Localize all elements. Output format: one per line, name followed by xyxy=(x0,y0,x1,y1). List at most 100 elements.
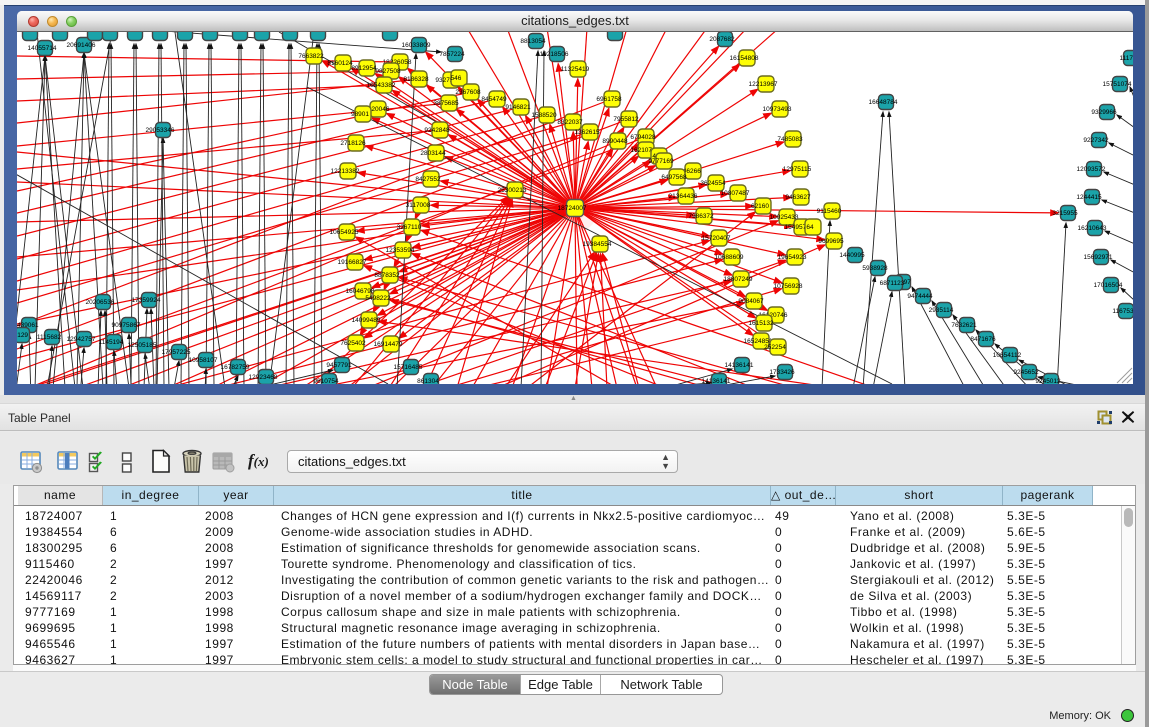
svg-text:8990448: 8990448 xyxy=(602,138,628,145)
svg-text:15751074: 15751074 xyxy=(1103,81,1132,88)
svg-text:12213967: 12213967 xyxy=(749,81,778,88)
svg-text:19166827: 19166827 xyxy=(338,259,367,266)
svg-text:3267110: 3267110 xyxy=(397,224,422,231)
svg-text:1733426: 1733426 xyxy=(769,369,795,376)
svg-text:9329966: 9329966 xyxy=(1091,109,1117,116)
svg-text:3117008: 3117008 xyxy=(406,202,431,209)
svg-text:15716485: 15716485 xyxy=(394,364,423,371)
svg-text:16210643: 16210643 xyxy=(1078,225,1107,232)
svg-text:8912954: 8912954 xyxy=(351,65,377,72)
svg-text:14136141: 14136141 xyxy=(725,362,754,369)
svg-text:10973493: 10973493 xyxy=(763,106,792,113)
svg-text:16154808: 16154808 xyxy=(730,55,759,62)
svg-text:10958107: 10958107 xyxy=(189,357,218,364)
svg-text:12093572: 12093572 xyxy=(1077,166,1106,173)
svg-text:9227342: 9227342 xyxy=(1083,137,1109,144)
svg-text:14099489: 14099489 xyxy=(352,317,381,324)
svg-text:252254: 252254 xyxy=(764,344,786,351)
svg-text:10807487: 10807487 xyxy=(721,190,750,197)
svg-text:1440995: 1440995 xyxy=(839,252,865,259)
svg-text:18724007: 18724007 xyxy=(558,205,587,212)
svg-text:5938928: 5938928 xyxy=(862,265,888,272)
svg-text:10688609: 10688609 xyxy=(715,254,744,261)
svg-text:9245652: 9245652 xyxy=(1013,369,1039,376)
svg-text:9242848: 9242848 xyxy=(424,127,450,134)
svg-text:9827508: 9827508 xyxy=(375,68,401,75)
svg-text:546: 546 xyxy=(451,75,462,82)
svg-text:7663822: 7663822 xyxy=(298,53,324,60)
svg-text:3215955: 3215955 xyxy=(1052,210,1078,217)
svg-text:9699695: 9699695 xyxy=(818,238,844,245)
svg-text:17359924: 17359924 xyxy=(132,297,161,304)
svg-text:8878352: 8878352 xyxy=(374,272,400,279)
svg-text:7955812: 7955812 xyxy=(613,116,639,123)
svg-text:1588520: 1588520 xyxy=(531,112,557,119)
svg-text:2718126: 2718126 xyxy=(340,140,366,147)
svg-text:8471676: 8471676 xyxy=(970,336,996,343)
svg-text:10654925: 10654925 xyxy=(330,229,359,236)
svg-text:5498222: 5498222 xyxy=(365,295,391,302)
svg-text:6961758: 6961758 xyxy=(596,96,622,103)
svg-text:2935114: 2935114 xyxy=(929,307,954,314)
svg-text:15692971: 15692971 xyxy=(1084,254,1113,261)
svg-text:17016504: 17016504 xyxy=(1094,282,1123,289)
svg-text:7632621: 7632621 xyxy=(951,322,977,329)
svg-text:9146821: 9146821 xyxy=(505,104,531,111)
svg-text:7485083: 7485083 xyxy=(777,136,803,143)
svg-text:90975867: 90975867 xyxy=(112,322,141,329)
svg-text:14055714: 14055714 xyxy=(28,45,57,52)
svg-text:9115460: 9115460 xyxy=(817,208,842,215)
svg-text:1615132: 1615132 xyxy=(748,320,774,327)
svg-text:20206536: 20206536 xyxy=(86,299,115,306)
svg-text:64: 64 xyxy=(806,224,814,231)
svg-text:3624554: 3624554 xyxy=(700,180,726,187)
svg-text:12505185: 12505185 xyxy=(128,342,157,349)
svg-text:861304: 861304 xyxy=(417,378,439,384)
svg-text:8454749: 8454749 xyxy=(481,96,507,103)
svg-text:16782759: 16782759 xyxy=(221,364,250,371)
svg-text:10756928: 10756928 xyxy=(774,283,803,290)
svg-text:12923468: 12923468 xyxy=(249,374,278,381)
svg-text:12353594: 12353594 xyxy=(386,247,415,254)
svg-text:1145194: 1145194 xyxy=(99,339,124,346)
svg-text:9463627: 9463627 xyxy=(785,194,811,201)
svg-text:6497568: 6497568 xyxy=(661,174,687,181)
svg-text:11325419: 11325419 xyxy=(561,66,590,73)
svg-text:7986372: 7986372 xyxy=(688,213,714,220)
svg-text:16914479: 16914479 xyxy=(374,341,403,348)
svg-text:8813054: 8813054 xyxy=(520,38,546,45)
svg-text:16046798: 16046798 xyxy=(346,288,375,295)
svg-text:19218506: 19218506 xyxy=(540,51,569,58)
svg-text:8160124: 8160124 xyxy=(327,60,353,67)
svg-text:9245012: 9245012 xyxy=(1035,378,1061,384)
svg-text:2367608: 2367608 xyxy=(455,89,481,96)
svg-text:15720407: 15720407 xyxy=(702,235,731,242)
svg-text:25300213: 25300213 xyxy=(498,187,527,194)
svg-text:12942757: 12942757 xyxy=(67,336,96,343)
svg-text:19654923: 19654923 xyxy=(778,254,807,261)
svg-text:16648784: 16648784 xyxy=(869,99,898,106)
svg-text:3875685: 3875685 xyxy=(433,100,459,107)
svg-text:1115682: 1115682 xyxy=(37,334,62,341)
svg-text:20691406: 20691406 xyxy=(67,42,96,49)
svg-text:9777169: 9777169 xyxy=(648,158,674,165)
svg-text:62160: 62160 xyxy=(751,203,769,210)
svg-text:2803144: 2803144 xyxy=(420,150,446,157)
svg-text:19384554: 19384554 xyxy=(583,241,612,248)
svg-text:9474444: 9474444 xyxy=(907,293,933,300)
svg-text:98901: 98901 xyxy=(351,111,369,118)
svg-text:2087682: 2087682 xyxy=(709,36,735,43)
svg-text:21364436: 21364436 xyxy=(669,193,698,200)
svg-text:9610754: 9610754 xyxy=(313,378,339,384)
svg-text:7857224: 7857224 xyxy=(439,51,465,58)
svg-text:1244415: 1244415 xyxy=(1076,194,1102,201)
svg-text:8322037: 8322037 xyxy=(557,119,583,126)
svg-text:14136141: 14136141 xyxy=(702,378,731,384)
svg-text:16033809: 16033809 xyxy=(402,42,431,49)
svg-text:7625402: 7625402 xyxy=(340,340,366,347)
svg-text:10543382: 10543382 xyxy=(367,82,396,89)
svg-text:10654112: 10654112 xyxy=(993,352,1022,359)
svg-text:8427552: 8427552 xyxy=(415,176,441,183)
svg-text:18807249: 18807249 xyxy=(724,276,753,283)
svg-text:6871123: 6871123 xyxy=(880,280,905,287)
